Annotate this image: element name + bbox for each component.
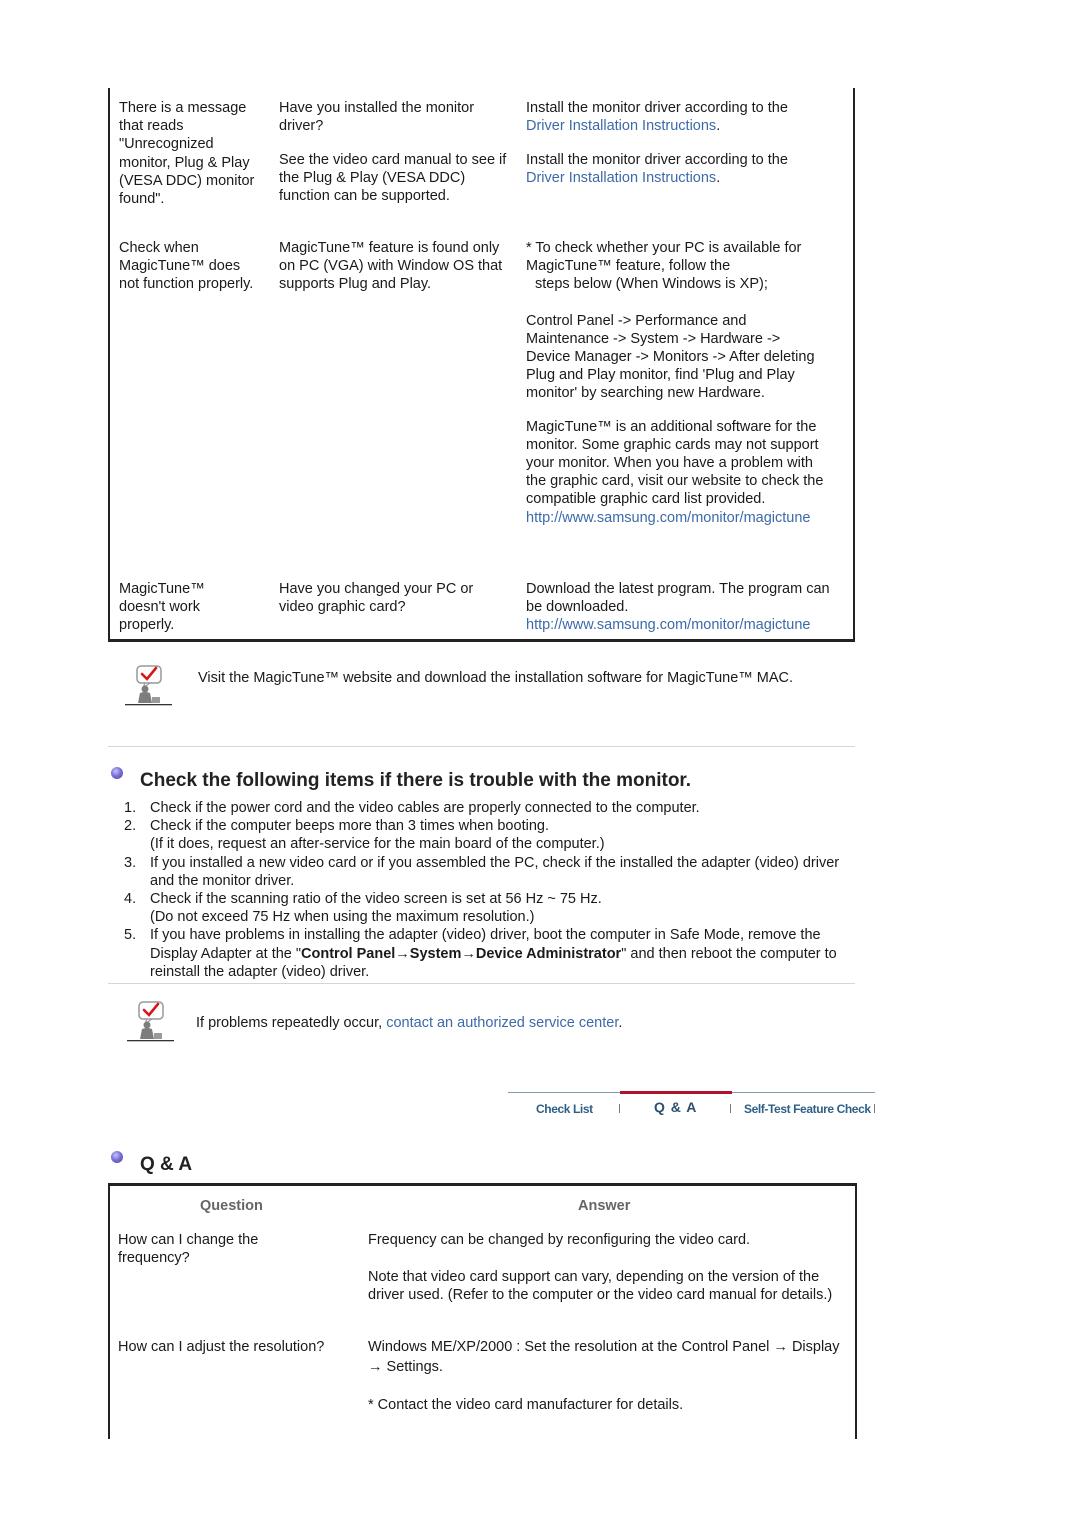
answer-para: Windows ME/XP/2000 : Set the resolution …: [368, 1339, 840, 1375]
symptom-cell: MagicTune™ doesn't work properly.: [119, 581, 205, 634]
active-tab-indicator: [620, 1091, 732, 1094]
answer-cell: Windows ME/XP/2000 : Set the resolution …: [368, 1338, 846, 1414]
note-service-text: If problems repeatedly occur,: [196, 1015, 383, 1031]
trouble-steps-list: 1. Check if the power cord and the video …: [118, 799, 848, 981]
tab-self-test[interactable]: Self-Test Feature Check: [744, 1100, 871, 1118]
solution-para: MagicTune™ is an additional software for…: [526, 418, 824, 508]
troubleshoot-table: There is a message that reads "Unrecogni…: [108, 88, 855, 642]
list-item: 3. If you installed a new video card or i…: [124, 854, 840, 889]
solution-suffix: .: [716, 170, 721, 187]
check-cell: MagicTune™ feature is found only on PC (…: [279, 240, 503, 293]
solution-text: Install the monitor driver according to …: [526, 100, 788, 116]
driver-instructions-link[interactable]: Driver Installation Instructions: [526, 118, 716, 134]
section-bullet-icon: [111, 1151, 123, 1163]
solution-para: Control Panel -> Performance and Mainten…: [526, 312, 815, 402]
solution-text: Download the latest program. The program…: [526, 581, 830, 616]
solution-suffix: .: [716, 118, 721, 135]
check-note-icon: [127, 1000, 175, 1042]
question-cell: How can I adjust the resolution?: [118, 1339, 325, 1355]
divider: [108, 983, 855, 984]
tab-qa[interactable]: Q & A: [654, 1098, 697, 1116]
answer-cell: Frequency can be changed by reconfigurin…: [368, 1231, 838, 1305]
qa-title: Q & A: [140, 1154, 193, 1175]
solution-cell: * To check whether your PC is available …: [526, 239, 856, 527]
tab-separator: [874, 1104, 875, 1113]
solution-cell: Download the latest program. The program…: [526, 580, 856, 635]
question-cell: How can I change the frequency?: [118, 1232, 259, 1267]
note-magictune-mac: Visit the MagicTune™ website and downloa…: [198, 670, 794, 686]
header-question: Question: [200, 1198, 263, 1214]
list-item: 5. If you have problems in installing the…: [124, 927, 837, 980]
section-title: Check the following items if there is tr…: [140, 770, 692, 791]
tab-underline: [732, 1092, 875, 1093]
answer-para: * Contact the video card manufacturer fo…: [368, 1397, 684, 1413]
magictune-link[interactable]: http://www.samsung.com/monitor/magictune: [526, 616, 856, 634]
list-item: 4. Check if the scanning ratio of the vid…: [124, 891, 602, 926]
tab-underline: [508, 1092, 620, 1093]
check-cell: Have you installed the monitor driver?: [279, 100, 475, 135]
answer-para: Note that video card support can vary, d…: [368, 1269, 833, 1304]
note-service-suffix: .: [618, 1015, 623, 1031]
divider: [108, 746, 855, 747]
solution-cell: Install the monitor driver according to …: [526, 99, 856, 135]
note-service: If problems repeatedly occur, contact an…: [196, 1014, 622, 1032]
driver-instructions-link[interactable]: Driver Installation Instructions: [526, 170, 716, 186]
check-note-icon: [125, 664, 173, 706]
solution-para: * To check whether your PC is available …: [526, 240, 802, 275]
tab-check-list[interactable]: Check List: [536, 1100, 593, 1118]
symptom-cell: There is a message that reads "Unrecogni…: [119, 100, 255, 208]
answer-para: Frequency can be changed by reconfigurin…: [368, 1232, 751, 1248]
service-center-link[interactable]: contact an authorized service center: [386, 1015, 618, 1031]
qa-table: Question Answer How can I change the fre…: [108, 1183, 857, 1439]
list-item: 1. Check if the power cord and the video …: [124, 800, 700, 816]
tab-separator: [619, 1104, 620, 1113]
check-cell: See the video card manual to see if the …: [279, 152, 507, 205]
tab-separator: [730, 1104, 731, 1113]
section-nav-tabs: Check List Q & A Self-Test Feature Check: [508, 1091, 875, 1122]
bold-path: Control Panel→System→Device Administrato…: [301, 945, 622, 962]
section-bullet-icon: [111, 767, 123, 779]
solution-cell: Install the monitor driver according to …: [526, 151, 856, 187]
solution-para: steps below (When Windows is XP);: [535, 276, 768, 293]
solution-text: Install the monitor driver according to …: [526, 152, 788, 168]
list-item: 2. Check if the computer beeps more than …: [124, 818, 605, 853]
symptom-cell: Check when MagicTune™ does not function …: [119, 240, 254, 293]
check-cell: Have you changed your PC or video graphi…: [279, 581, 474, 616]
header-answer: Answer: [578, 1198, 631, 1214]
magictune-link[interactable]: http://www.samsung.com/monitor/magictune: [526, 509, 856, 527]
